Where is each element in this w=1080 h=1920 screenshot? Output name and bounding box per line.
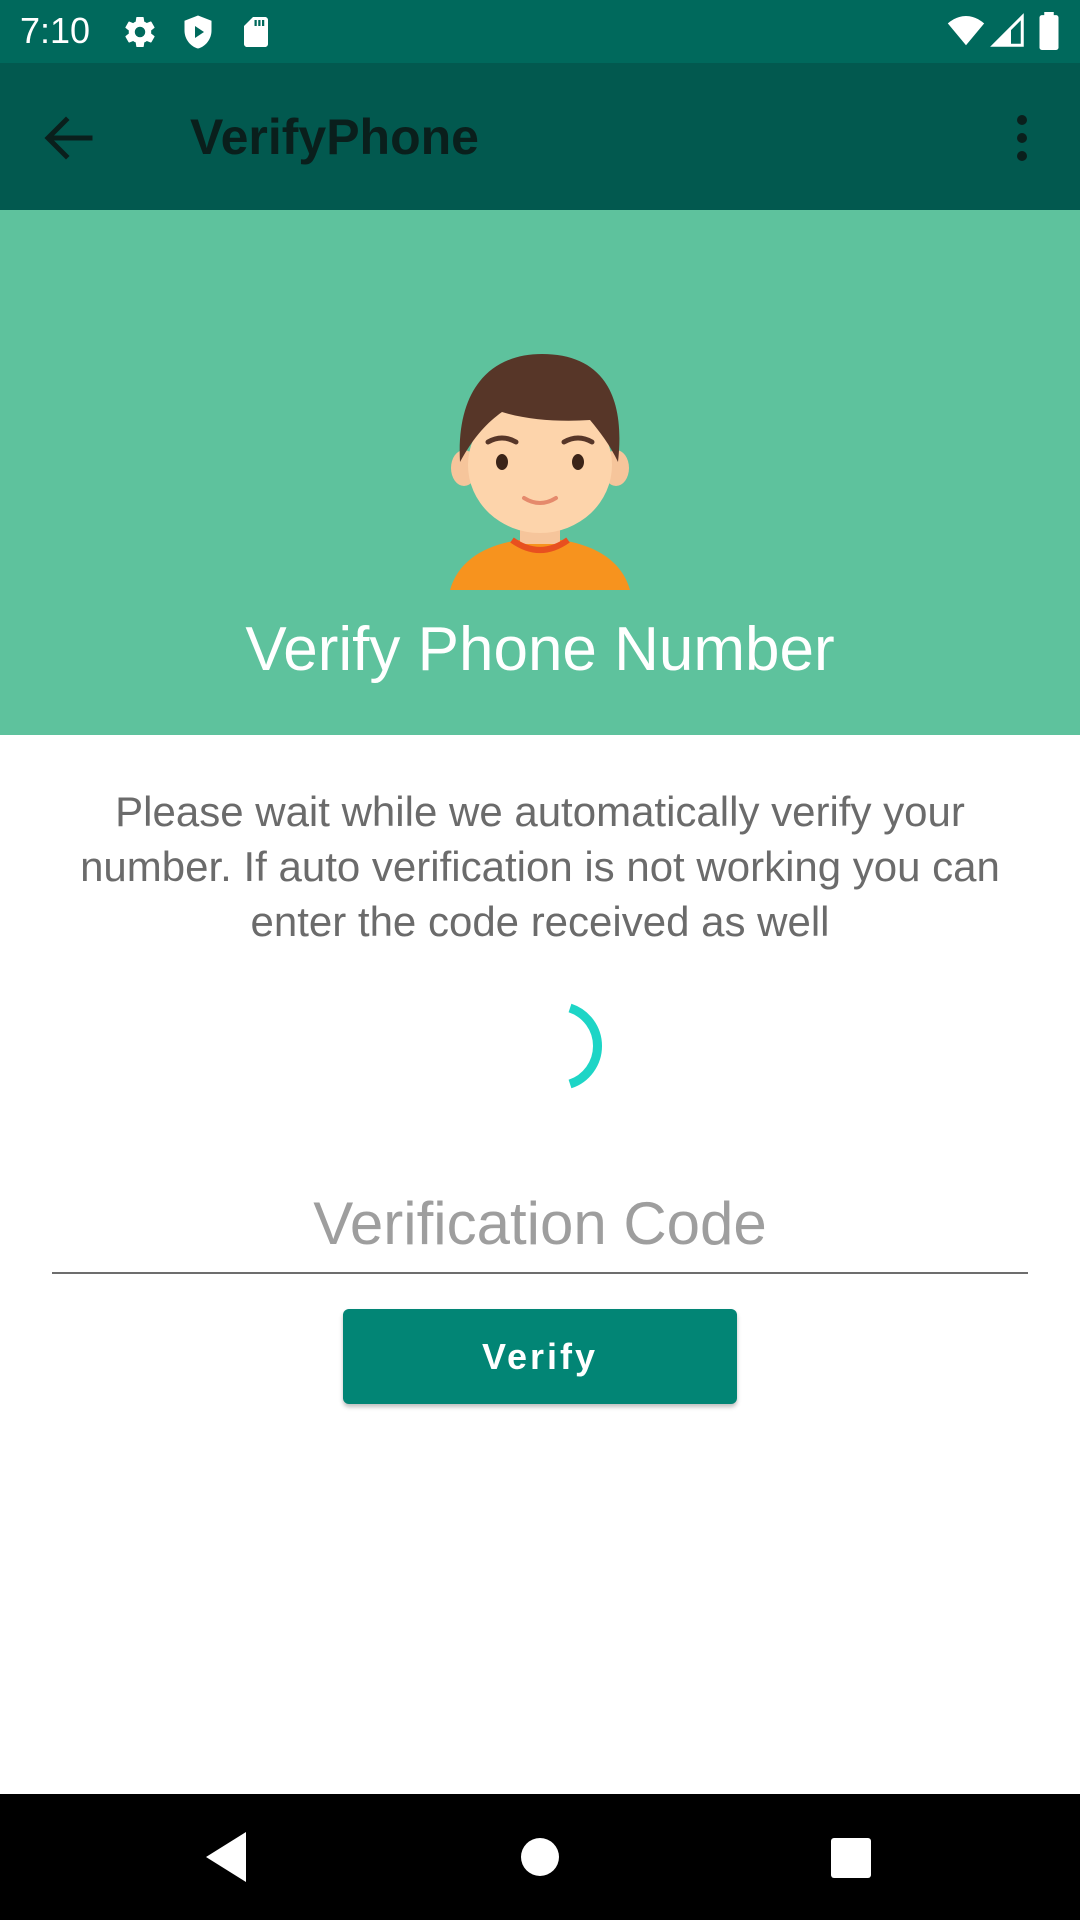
verify-button[interactable]: Verify <box>343 1309 737 1404</box>
loading-spinner-icon <box>568 1003 603 1089</box>
wifi-icon <box>947 15 985 46</box>
user-avatar-icon <box>450 354 630 590</box>
back-triangle-icon[interactable] <box>198 1824 268 1890</box>
arrow-back-icon[interactable] <box>36 108 108 168</box>
navigation-bar <box>0 1794 1080 1920</box>
verification-code-field <box>52 1180 1028 1274</box>
gear-icon <box>125 17 155 48</box>
recents-square-icon[interactable] <box>815 1824 885 1890</box>
header-title: Verify Phone Number <box>245 615 835 684</box>
cell-signal-icon <box>990 13 1024 47</box>
overflow-menu-icon[interactable] <box>1000 108 1050 168</box>
instructions-text: Please wait while we automatically verif… <box>80 788 1000 945</box>
app-bar: VerifyPhone <box>0 63 1080 210</box>
status-bar: 7:10 <box>0 0 1080 63</box>
verification-code-input[interactable] <box>52 1180 1028 1266</box>
status-time: 7:10 <box>20 10 91 51</box>
app-title: VerifyPhone <box>190 109 479 165</box>
shield-play-icon <box>184 15 212 49</box>
battery-icon <box>1039 12 1059 50</box>
home-circle-icon[interactable] <box>505 1824 575 1890</box>
header-panel: Verify Phone Number <box>0 210 1080 735</box>
sd-card-icon <box>244 17 268 47</box>
